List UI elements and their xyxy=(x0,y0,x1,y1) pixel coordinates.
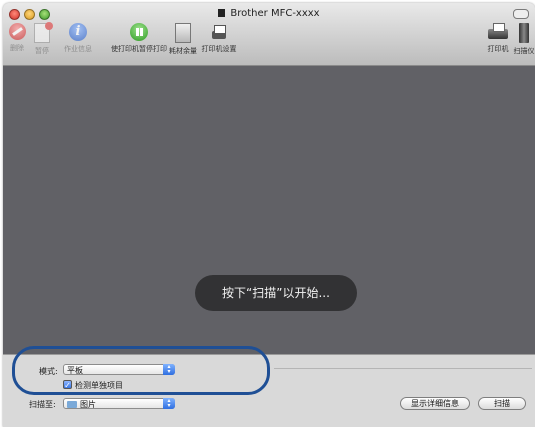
printer-setup-button[interactable]: 打印机设置 xyxy=(200,23,238,61)
delete-button[interactable]: 删除 xyxy=(7,23,27,61)
window-title: Brother MFC-xxxx xyxy=(3,8,535,19)
scan-to-label: 扫描至: xyxy=(29,400,56,409)
printer-tab[interactable]: 打印机 xyxy=(485,23,511,61)
folder-icon xyxy=(67,401,77,408)
updown-arrows-icon: ▴ ▾ xyxy=(163,398,175,409)
annotation-highlight xyxy=(12,346,270,395)
scan-to-select[interactable]: 图片 ▴ ▾ xyxy=(63,398,175,409)
scan-prompt-message: 按下“扫描”以开始... xyxy=(195,275,357,311)
titlebar: Brother MFC-xxxx 删除 暂停 i 作业信息 使打印机暂停打印 耗… xyxy=(3,3,535,66)
scan-button[interactable]: 扫描 xyxy=(478,397,526,410)
printer-setup-icon xyxy=(210,23,228,41)
divider xyxy=(274,368,532,369)
delete-icon xyxy=(8,23,26,40)
info-icon: i xyxy=(69,23,87,41)
supply-levels-icon xyxy=(175,23,191,43)
pause-button[interactable]: 暂停 xyxy=(31,22,53,61)
show-details-button[interactable]: 显示详细信息 xyxy=(400,397,470,410)
toolbar-toggle-button[interactable] xyxy=(513,9,529,19)
printer-icon xyxy=(487,23,509,41)
scanner-tab[interactable]: 扫描仪 xyxy=(513,23,535,61)
pause-document-icon xyxy=(34,22,53,43)
resume-printer-icon xyxy=(130,23,148,41)
pause-printer-button[interactable]: 使打印机暂停打印 xyxy=(108,23,170,61)
job-info-button[interactable]: i 作业信息 xyxy=(58,23,98,61)
supply-levels-button[interactable]: 耗材余量 xyxy=(167,23,199,61)
document-icon xyxy=(218,9,226,17)
scanner-icon xyxy=(519,23,529,43)
